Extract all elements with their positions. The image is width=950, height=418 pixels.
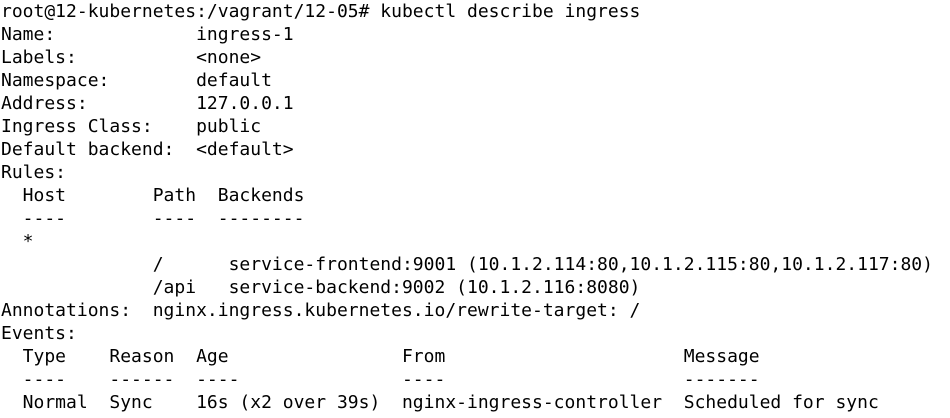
namespace-line: Namespace: default [1,70,272,91]
default-backend-line: Default backend: <default> [1,139,294,160]
rules-host-wildcard: * [1,231,34,252]
rules-heading-line: Rules: [1,162,67,183]
command-prompt-line: root@12-kubernetes:/vagrant/12-05# kubec… [1,1,641,22]
annotations-line: Annotations: nginx.ingress.kubernetes.io… [1,300,641,321]
labels-line: Labels: <none> [1,47,262,68]
events-columns-header: Type Reason Age From Message [1,346,760,367]
rule-path-root: / service-frontend:9001 (10.1.2.114:80,1… [1,254,933,275]
address-line: Address: 127.0.0.1 [1,93,294,114]
terminal-window[interactable]: root@12-kubernetes:/vagrant/12-05# kubec… [0,0,950,418]
rules-columns-divider: ---- ---- -------- [1,208,305,229]
events-columns-divider: ---- ------ ---- ---- ------- [1,369,760,390]
rule-path-api: /api service-backend:9002 (10.1.2.116:80… [1,277,641,298]
event-row: Normal Sync 16s (x2 over 39s) nginx-ingr… [1,392,879,413]
ingress-name-line: Name: ingress-1 [1,24,294,45]
ingress-class-line: Ingress Class: public [1,116,262,137]
rules-columns-header: Host Path Backends [1,185,305,206]
events-heading-line: Events: [1,323,77,344]
